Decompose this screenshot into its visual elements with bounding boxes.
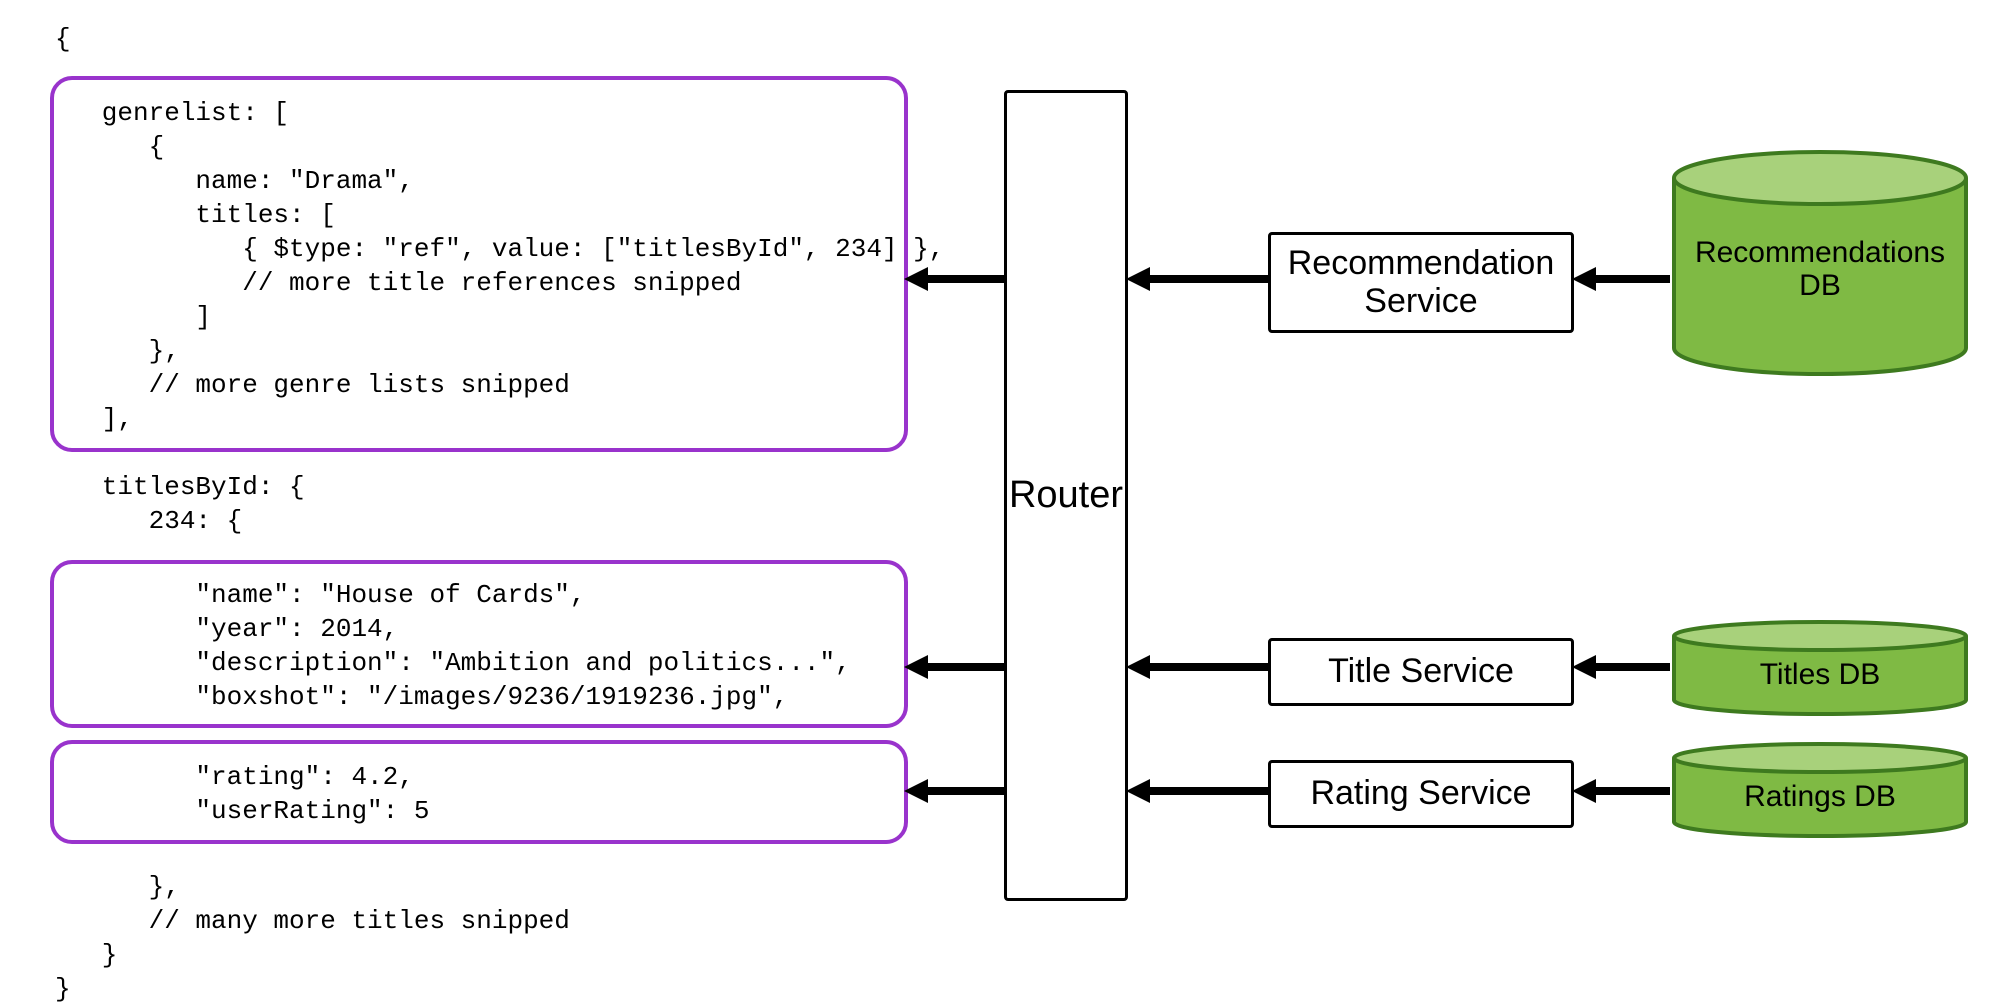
db-label: Titles DB bbox=[1760, 658, 1881, 691]
rating-service-box: Rating Service bbox=[1268, 760, 1574, 828]
code-line: 234: { bbox=[55, 504, 242, 538]
service-label: Rating Service bbox=[1310, 775, 1531, 812]
code-line: } bbox=[55, 972, 71, 1006]
title-service-box: Title Service bbox=[1268, 638, 1574, 706]
rating-highlight-box bbox=[50, 740, 908, 844]
router-box: Router bbox=[1004, 90, 1128, 901]
arrow-left-icon bbox=[1572, 264, 1670, 294]
arrow-left-icon bbox=[1126, 776, 1268, 806]
arrow-left-icon bbox=[1572, 652, 1670, 682]
recommendations-db: Recommendations DB bbox=[1670, 148, 1970, 378]
router-label: Router bbox=[1009, 474, 1123, 517]
genrelist-highlight-box bbox=[50, 76, 908, 452]
ratings-db: Ratings DB bbox=[1670, 740, 1970, 840]
db-label: Ratings DB bbox=[1744, 780, 1896, 813]
titles-db: Titles DB bbox=[1670, 618, 1970, 718]
db-label: Recommendations DB bbox=[1695, 236, 1945, 302]
title-highlight-box bbox=[50, 560, 908, 728]
service-label: Title Service bbox=[1328, 653, 1514, 690]
code-line: } bbox=[55, 938, 117, 972]
arrow-left-icon bbox=[904, 264, 1004, 294]
code-line: { bbox=[55, 22, 71, 56]
recommendation-service-box: Recommendation Service bbox=[1268, 232, 1574, 333]
service-label: Recommendation Service bbox=[1288, 245, 1554, 320]
code-line: titlesById: { bbox=[55, 470, 305, 504]
arrow-left-icon bbox=[1572, 776, 1670, 806]
diagram-canvas: { genrelist: [ { name: "Drama", titles: … bbox=[0, 0, 1992, 1008]
arrow-left-icon bbox=[904, 776, 1004, 806]
code-line: // many more titles snipped bbox=[55, 904, 570, 938]
code-line: }, bbox=[55, 870, 180, 904]
arrow-left-icon bbox=[1126, 652, 1268, 682]
arrow-left-icon bbox=[1126, 264, 1268, 294]
arrow-left-icon bbox=[904, 652, 1004, 682]
